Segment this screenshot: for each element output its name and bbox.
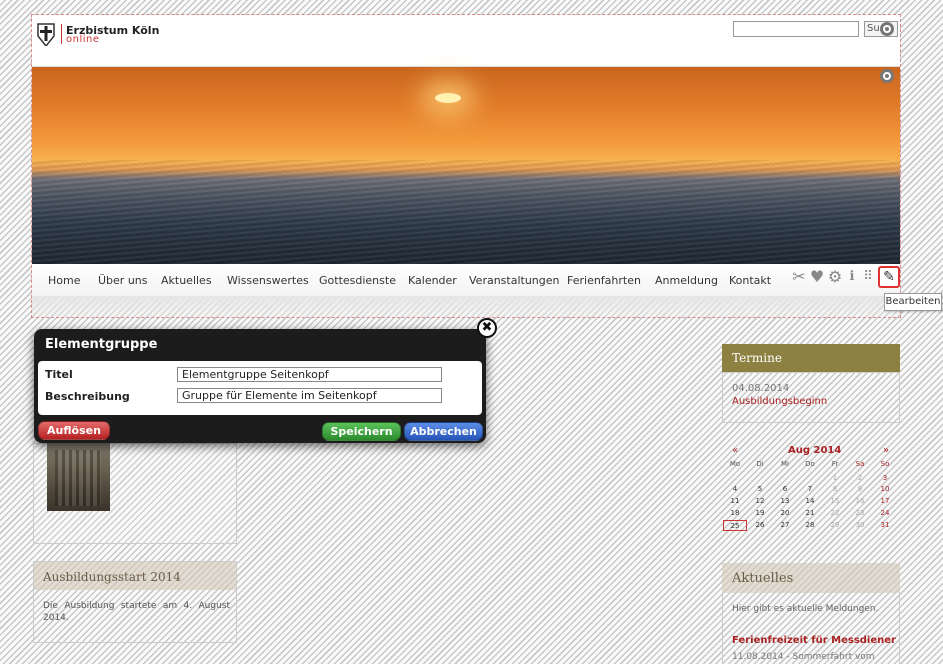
news-title[interactable]: Ausbildungsstart 2014 xyxy=(43,570,181,584)
calendar-day[interactable]: 19 xyxy=(748,508,772,519)
termine-date: 04.08.2014 xyxy=(732,383,790,394)
calendar-day[interactable]: 14 xyxy=(798,496,822,507)
hero-waves xyxy=(32,160,900,264)
title-label: Titel xyxy=(45,368,73,381)
image-settings-ring-icon[interactable] xyxy=(880,69,894,83)
calendar-month: Aug 2014 xyxy=(788,445,842,456)
calendar-day[interactable]: 20 xyxy=(773,508,797,519)
church-logo-icon[interactable] xyxy=(36,22,56,46)
search-input[interactable] xyxy=(733,21,859,37)
nav-item-kontakt[interactable]: Kontakt xyxy=(729,274,771,287)
calendar-weekday: So xyxy=(880,460,890,468)
nav-item-home[interactable]: Home xyxy=(48,274,80,287)
nav-item-gottesdienste[interactable]: Gottesdienste xyxy=(319,274,396,287)
grid-icon[interactable]: ⠿ xyxy=(860,266,876,288)
gear-icon[interactable]: ⚙ xyxy=(826,266,844,288)
aktuelles-text: Hier gibt es aktuelle Meldungen. xyxy=(732,604,879,614)
calendar-day[interactable]: 13 xyxy=(773,496,797,507)
calendar-day[interactable]: 28 xyxy=(798,520,822,531)
calendar-day[interactable]: 10 xyxy=(873,484,897,495)
calendar-weekday: Mi xyxy=(781,460,789,468)
calendar-day[interactable]: 27 xyxy=(773,520,797,531)
dialog-title: Elementgruppe xyxy=(45,337,158,352)
save-button[interactable]: Speichern xyxy=(322,422,401,441)
hero-sun xyxy=(435,93,461,103)
news-text: Die Ausbildung startete am 4. August 201… xyxy=(43,601,230,623)
nav-item-veranstaltungen[interactable]: Veranstaltungen xyxy=(469,274,560,287)
calendar-day[interactable]: 5 xyxy=(748,484,772,495)
nav-shadow xyxy=(32,296,900,317)
calendar-prev-button[interactable]: « xyxy=(732,445,738,456)
calendar-day[interactable]: 22 xyxy=(823,508,847,519)
calendar-day[interactable]: 9 xyxy=(848,484,872,495)
calendar-day[interactable]: 16 xyxy=(848,496,872,507)
calendar-weekday: Di xyxy=(756,460,764,468)
calendar-day[interactable]: 29 xyxy=(823,520,847,531)
calendar-weekday: Sa xyxy=(855,460,865,468)
calendar-day[interactable]: 12 xyxy=(748,496,772,507)
calendar-day[interactable]: 7 xyxy=(798,484,822,495)
nav-item-aktuelles[interactable]: Aktuelles xyxy=(161,274,212,287)
calendar-day[interactable]: 4 xyxy=(723,484,747,495)
calendar-day[interactable]: 15 xyxy=(823,496,847,507)
title-input[interactable] xyxy=(177,367,442,382)
close-icon[interactable]: ✖ xyxy=(477,318,497,338)
termine-link[interactable]: Ausbildungsbeginn xyxy=(732,396,827,407)
calendar-weekday: Mo xyxy=(729,460,741,468)
calendar-day[interactable]: 3 xyxy=(873,473,897,484)
nav-item-ferienfahrten[interactable]: Ferienfahrten xyxy=(567,274,641,287)
cathedral-image-detail xyxy=(55,450,101,506)
nav-item-kalender[interactable]: Kalender xyxy=(408,274,457,287)
aktuelles-title: Aktuelles xyxy=(732,571,794,586)
nav-item-anmeldung[interactable]: Anmeldung xyxy=(655,274,718,287)
cancel-button[interactable]: Abbrechen xyxy=(404,422,483,441)
calendar-day[interactable]: 8 xyxy=(823,484,847,495)
edit-tooltip: Bearbeiten xyxy=(884,293,942,311)
calendar-day[interactable]: 11 xyxy=(723,496,747,507)
termine-title: Termine xyxy=(732,351,782,365)
aktuelles-link[interactable]: Ferienfreizeit für Messdiener xyxy=(732,635,896,646)
calendar-day[interactable]: 2 xyxy=(848,473,872,484)
aktuelles-date: 11.08.2014 - Sommerfahrt vom xyxy=(732,652,875,662)
description-input[interactable] xyxy=(177,388,442,403)
description-label: Beschreibung xyxy=(45,390,130,403)
calendar-day[interactable]: 6 xyxy=(773,484,797,495)
logo-subtitle[interactable]: online xyxy=(66,34,100,45)
calendar-weekday: Fr xyxy=(831,460,839,468)
calendar-day[interactable]: 18 xyxy=(723,508,747,519)
pencil-icon[interactable]: ✎ xyxy=(878,266,900,288)
dissolve-button[interactable]: Auflösen xyxy=(38,421,110,440)
calendar-day[interactable]: 25 xyxy=(723,519,747,531)
calendar-day[interactable]: 23 xyxy=(848,508,872,519)
calendar-day[interactable]: 1 xyxy=(823,473,847,484)
calendar-day[interactable]: 21 xyxy=(798,508,822,519)
heart-icon[interactable]: ♥ xyxy=(808,266,826,288)
nav-item-ueber-uns[interactable]: Über uns xyxy=(98,274,148,287)
settings-ring-icon[interactable] xyxy=(880,22,894,36)
calendar-day[interactable]: 31 xyxy=(873,520,897,531)
calendar-weekday: Do xyxy=(805,460,815,468)
calendar-day[interactable]: 26 xyxy=(748,520,772,531)
calendar-next-button[interactable]: » xyxy=(883,445,889,456)
nav-item-wissenswertes[interactable]: Wissenswertes xyxy=(227,274,309,287)
scissors-icon[interactable]: ✂ xyxy=(790,266,808,288)
info-icon[interactable]: ℹ xyxy=(844,266,860,288)
calendar-day[interactable]: 24 xyxy=(873,508,897,519)
calendar-day[interactable]: 30 xyxy=(848,520,872,531)
calendar-day[interactable]: 17 xyxy=(873,496,897,507)
logo-divider xyxy=(61,24,62,44)
